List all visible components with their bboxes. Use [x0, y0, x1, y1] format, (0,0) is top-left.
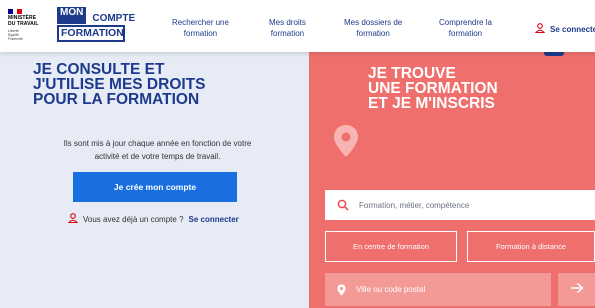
right-panel-title: JE TROUVE UNE FORMATION ET JE M'INSCRIS	[368, 65, 498, 112]
nav-label-line-1: Comprendre la	[439, 18, 492, 27]
right-title-line-2: UNE FORMATION	[368, 80, 498, 97]
city-postal-code-input[interactable]: Ville ou code postal	[325, 273, 551, 306]
user-icon	[67, 213, 79, 225]
existing-account-row: Vous avez déjà un compte ? Se connecter	[67, 213, 239, 225]
nav-label-line-2: formation	[270, 29, 305, 38]
location-pin-icon	[337, 284, 346, 296]
city-placeholder: Ville ou code postal	[356, 285, 426, 294]
nav-label-line-2: formation	[448, 29, 483, 38]
search-icon	[337, 199, 349, 211]
nav-label-line-1: Mes droits	[269, 18, 306, 27]
distance-training-button[interactable]: Formation à distance	[467, 231, 595, 262]
left-title-line-2: J'UTILISE MES DROITS	[33, 76, 206, 93]
login-link[interactable]: Se connecter	[534, 23, 595, 35]
right-title-line-3: ET JE M'INSCRIS	[368, 95, 495, 112]
nav-label-line-2: formation	[183, 29, 218, 38]
logo-mon: MON	[57, 7, 87, 24]
right-title-line-1: JE TROUVE	[368, 65, 456, 82]
login-label: Se connecter	[550, 24, 595, 34]
government-logo: MINISTÈRE DU TRAVAIL Liberté Égalité Fra…	[8, 9, 52, 41]
nav-rechercher-une-formation[interactable]: Rechercher une formation	[172, 17, 229, 39]
create-account-button[interactable]: Je crée mon compte	[73, 172, 237, 202]
logo-formation: FORMATION	[57, 25, 125, 42]
in-center-training-button[interactable]: En centre de formation	[325, 231, 457, 262]
account-question: Vous avez déjà un compte ?	[83, 214, 184, 224]
flag-icon	[8, 9, 23, 14]
nav-mes-dossiers-de-formation[interactable]: Mes dossiers de formation	[344, 17, 402, 39]
left-panel-description: Ils sont mis à jour chaque année en fonc…	[63, 139, 252, 161]
nav-comprendre-la-formation[interactable]: Comprendre la formation	[439, 17, 492, 39]
nav-label-line-1: Rechercher une	[172, 18, 229, 27]
nav-label-line-1: Mes dossiers de	[344, 18, 403, 27]
left-title-line-1: JE CONSULTE ET	[33, 61, 165, 78]
left-panel-title: JE CONSULTE ET J'UTILISE MES DROITS POUR…	[33, 61, 206, 108]
location-pin-icon	[333, 124, 359, 163]
nav-mes-droits-formation[interactable]: Mes droits formation	[269, 17, 306, 39]
search-placeholder: Formation, métier, compétence	[359, 200, 470, 210]
site-header: MINISTÈRE DU TRAVAIL Liberté Égalité Fra…	[0, 0, 595, 52]
arrow-right-icon	[570, 281, 584, 299]
left-title-line-3: POUR LA FORMATION	[33, 91, 200, 108]
logo-compte: COMPTE	[92, 13, 136, 24]
training-search-input[interactable]: Formation, métier, compétence	[325, 190, 595, 220]
search-submit-button[interactable]	[558, 273, 595, 306]
nav-label-line-2: formation	[356, 29, 390, 38]
account-login-link[interactable]: Se connecter	[189, 215, 239, 224]
user-icon	[534, 23, 546, 35]
republic-motto: Liberté Égalité Fraternité	[8, 29, 23, 41]
mon-compte-formation-logo[interactable]: MON COMPTE FORMATION	[57, 7, 136, 42]
ministry-name-line-2: DU TRAVAIL	[8, 20, 39, 27]
